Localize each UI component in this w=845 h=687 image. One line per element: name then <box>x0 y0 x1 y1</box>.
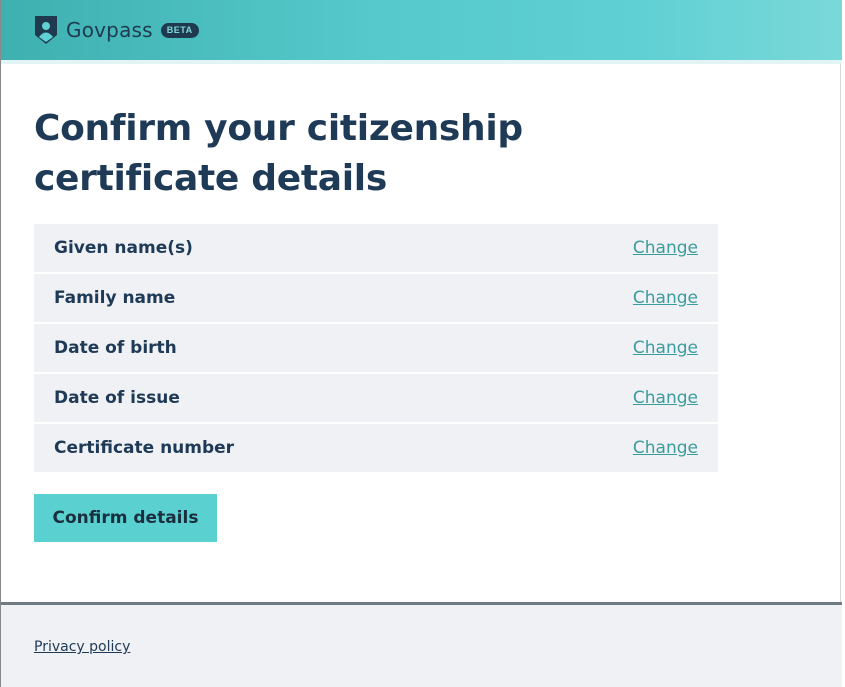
confirm-details-button[interactable]: Confirm details <box>34 494 217 542</box>
summary-list: Given name(s) Change Family name Change … <box>34 224 718 474</box>
row-label: Family name <box>54 288 176 308</box>
brand-name: Govpass <box>66 18 153 42</box>
beta-badge: BETA <box>160 22 199 38</box>
change-family-name-link[interactable]: Change <box>633 288 698 308</box>
shield-person-icon <box>35 16 57 44</box>
change-date-of-issue-link[interactable]: Change <box>633 388 698 408</box>
page-title: Confirm your citizenship certificate det… <box>34 108 523 199</box>
row-label: Date of issue <box>54 388 180 408</box>
site-header: Govpass BETA <box>1 0 842 64</box>
row-label: Certificate number <box>54 438 235 458</box>
summary-row-date-of-issue: Date of issue Change <box>34 374 718 422</box>
site-footer: Privacy policy <box>1 602 842 687</box>
change-given-names-link[interactable]: Change <box>633 238 698 258</box>
brand[interactable]: Govpass BETA <box>34 15 199 45</box>
summary-row-date-of-birth: Date of birth Change <box>34 324 718 372</box>
change-date-of-birth-link[interactable]: Change <box>633 338 698 358</box>
row-label: Given name(s) <box>54 238 193 258</box>
change-certificate-number-link[interactable]: Change <box>633 438 698 458</box>
summary-row-given-names: Given name(s) Change <box>34 224 718 272</box>
page: Govpass BETA Confirm your citizenship ce… <box>0 0 842 687</box>
summary-row-family-name: Family name Change <box>34 274 718 322</box>
row-label: Date of birth <box>54 338 177 358</box>
summary-row-certificate-number: Certificate number Change <box>34 424 718 472</box>
privacy-policy-link[interactable]: Privacy policy <box>34 639 130 655</box>
